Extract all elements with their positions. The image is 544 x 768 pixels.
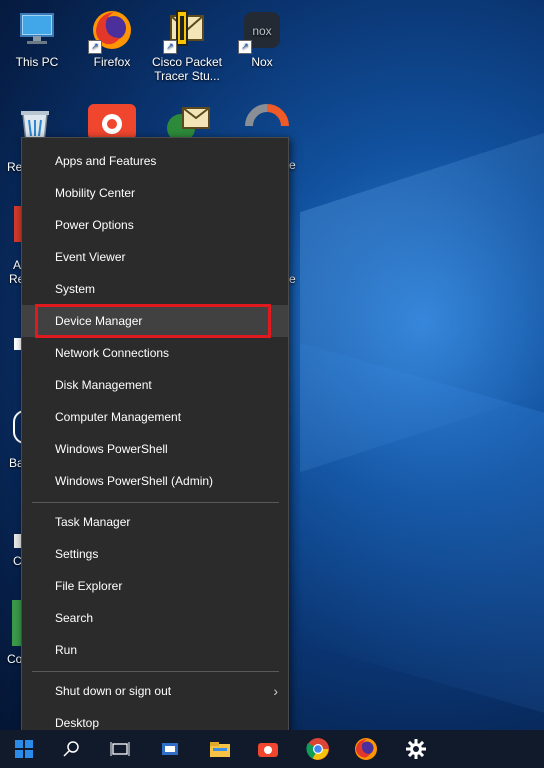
menu-item-apps-and-features[interactable]: Apps and Features — [22, 145, 288, 177]
menu-item-network-connections[interactable]: Network Connections — [22, 337, 288, 369]
chevron-right-icon: › — [273, 683, 278, 699]
menu-item-device-manager[interactable]: Device Manager — [22, 305, 288, 337]
settings-gear-icon[interactable] — [396, 730, 436, 768]
svg-text:nox: nox — [252, 24, 271, 38]
menu-item-task-manager[interactable]: Task Manager — [22, 506, 288, 538]
desktop-icon-label: Nox — [251, 55, 273, 69]
desktop-icon-label: Cisco Packet Tracer Stu... — [151, 55, 223, 83]
desktop-icon-this-pc[interactable]: This PC — [0, 8, 77, 69]
desktop-icon-label: Firefox — [93, 55, 131, 69]
menu-item-event-viewer[interactable]: Event Viewer — [22, 241, 288, 273]
menu-item-search[interactable]: Search — [22, 602, 288, 634]
menu-item-label: Shut down or sign out — [55, 684, 172, 698]
desktop-icon-label-partial: e — [289, 272, 296, 286]
taskbar — [0, 730, 544, 768]
shortcut-arrow-icon: ↗ — [163, 40, 177, 54]
cisco-packet-tracer-icon: ↗ — [163, 8, 209, 54]
camera-app-icon[interactable] — [248, 730, 288, 768]
menu-item-windows-powershell-admin[interactable]: Windows PowerShell (Admin) — [22, 465, 288, 497]
desktop-icon-label-partial: e — [289, 158, 296, 172]
menu-separator — [32, 502, 279, 503]
desktop-icon-cisco-packet-tracer[interactable]: ↗ Cisco Packet Tracer Stu... — [147, 8, 227, 83]
explorer-icon[interactable] — [200, 730, 240, 768]
nox-icon: nox ↗ — [238, 8, 284, 54]
menu-item-shut-down-or-sign-out[interactable]: Shut down or sign out › — [22, 675, 288, 707]
menu-item-system[interactable]: System — [22, 273, 288, 305]
menu-separator — [32, 671, 279, 672]
firefox-icon: ↗ — [88, 8, 134, 54]
wallpaper-light-beam — [300, 127, 544, 473]
menu-item-power-options[interactable]: Power Options — [22, 209, 288, 241]
menu-item-run[interactable]: Run — [22, 634, 288, 666]
winx-context-menu: Apps and Features Mobility Center Power … — [21, 137, 289, 745]
menu-item-windows-powershell[interactable]: Windows PowerShell — [22, 433, 288, 465]
menu-item-mobility-center[interactable]: Mobility Center — [22, 177, 288, 209]
desktop-icon-label: This PC — [15, 55, 59, 69]
menu-item-disk-management[interactable]: Disk Management — [22, 369, 288, 401]
menu-item-file-explorer[interactable]: File Explorer — [22, 570, 288, 602]
monitor-icon — [15, 8, 59, 52]
shortcut-arrow-icon: ↗ — [238, 40, 252, 54]
start-icon[interactable] — [4, 730, 44, 768]
firefox-icon[interactable] — [346, 730, 386, 768]
app-icon[interactable] — [150, 730, 190, 768]
menu-item-settings[interactable]: Settings — [22, 538, 288, 570]
menu-item-computer-management[interactable]: Computer Management — [22, 401, 288, 433]
desktop-icon-label-partial: A — [13, 258, 22, 272]
desktop-icon-nox[interactable]: nox ↗ Nox — [222, 8, 302, 69]
shortcut-arrow-icon: ↗ — [88, 40, 102, 54]
chrome-icon[interactable] — [298, 730, 338, 768]
search-icon[interactable] — [52, 730, 92, 768]
wallpaper-light-beam — [300, 342, 544, 718]
desktop-icon-firefox[interactable]: ↗ Firefox — [72, 8, 152, 69]
task-view-icon[interactable] — [100, 730, 140, 768]
